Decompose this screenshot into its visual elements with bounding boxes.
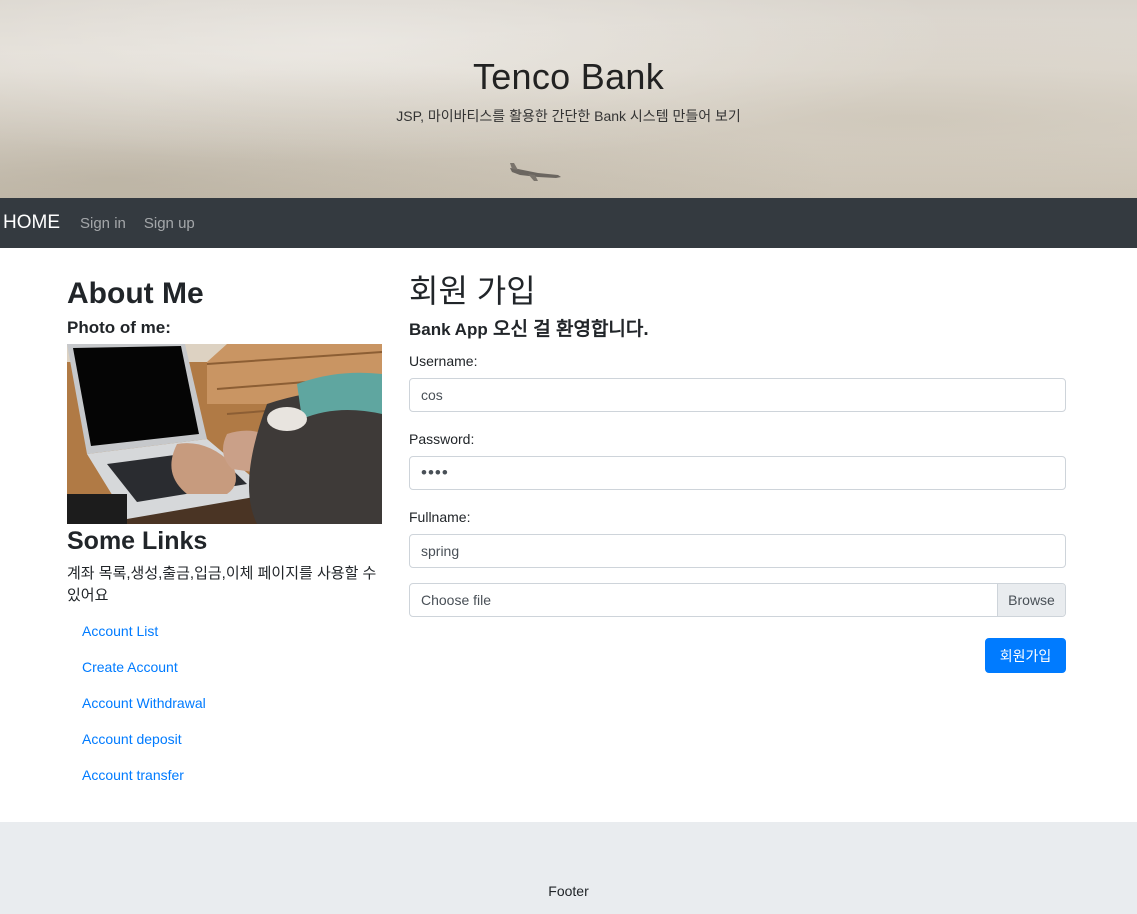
airplane-icon xyxy=(510,163,561,181)
password-label: Password: xyxy=(409,431,475,448)
nav-signup-link[interactable]: Sign up xyxy=(144,215,195,232)
list-item: Create Account xyxy=(67,657,383,693)
footer-text: Footer xyxy=(548,883,589,899)
password-input[interactable] xyxy=(409,456,1066,491)
list-item: Account deposit xyxy=(67,729,383,765)
fullname-label: Fullname: xyxy=(409,509,471,526)
photo-label: Photo of me: xyxy=(67,318,171,337)
sidebar: About Me Photo of me: Some Links 계좌 목록,생… xyxy=(67,270,383,801)
account-deposit-link[interactable]: Account deposit xyxy=(82,729,182,749)
site-subtitle: JSP, 마이바티스를 활용한 간단한 Bank 시스템 만들어 보기 xyxy=(396,108,741,124)
nav-signin-link[interactable]: Sign in xyxy=(80,215,126,232)
footer: Footer xyxy=(0,822,1137,914)
create-account-link[interactable]: Create Account xyxy=(82,657,178,677)
hero-header: Tenco Bank JSP, 마이바티스를 활용한 간단한 Bank 시스템 … xyxy=(0,0,1137,198)
nav-home-link[interactable]: HOME xyxy=(3,212,60,234)
links-description: 계좌 목록,생성,출금,입금,이체 페이지를 사용할 수 있어요 xyxy=(67,565,377,604)
list-item: Account List xyxy=(67,621,383,657)
submit-row: 회원가입 xyxy=(409,638,1066,674)
account-withdrawal-link[interactable]: Account Withdrawal xyxy=(82,693,206,713)
signup-submit-button[interactable]: 회원가입 xyxy=(985,638,1066,674)
welcome-app-name: Bank App xyxy=(409,320,488,340)
profile-photo xyxy=(67,344,382,524)
about-title: About Me xyxy=(67,277,204,310)
some-links-title: Some Links xyxy=(67,527,208,555)
laptop-photo-image xyxy=(67,344,382,524)
fullname-input[interactable] xyxy=(409,534,1066,569)
signup-form-section: 회원 가입 Bank App 오신 걸 환영합니다. Username: Pas… xyxy=(409,270,1066,674)
username-label: Username: xyxy=(409,353,478,370)
account-links-list: Account List Create Account Account With… xyxy=(67,621,383,801)
account-list-link[interactable]: Account List xyxy=(82,621,158,641)
site-title: Tenco Bank xyxy=(472,56,665,97)
navbar: HOME Sign in Sign up xyxy=(0,198,1137,248)
account-transfer-link[interactable]: Account transfer xyxy=(82,765,184,785)
file-upload-label: Choose file xyxy=(421,592,492,609)
file-upload-input[interactable]: Choose file Browse xyxy=(409,583,1066,618)
page-title: 회원 가입 xyxy=(409,273,536,309)
list-item: Account transfer xyxy=(67,765,383,801)
list-item: Account Withdrawal xyxy=(67,693,383,729)
username-input[interactable] xyxy=(409,378,1066,413)
welcome-text: 오신 걸 환영합니다. xyxy=(487,319,649,341)
file-browse-button[interactable]: Browse xyxy=(997,584,1065,617)
welcome-message: Bank App 오신 걸 환영합니다. xyxy=(409,314,1066,341)
